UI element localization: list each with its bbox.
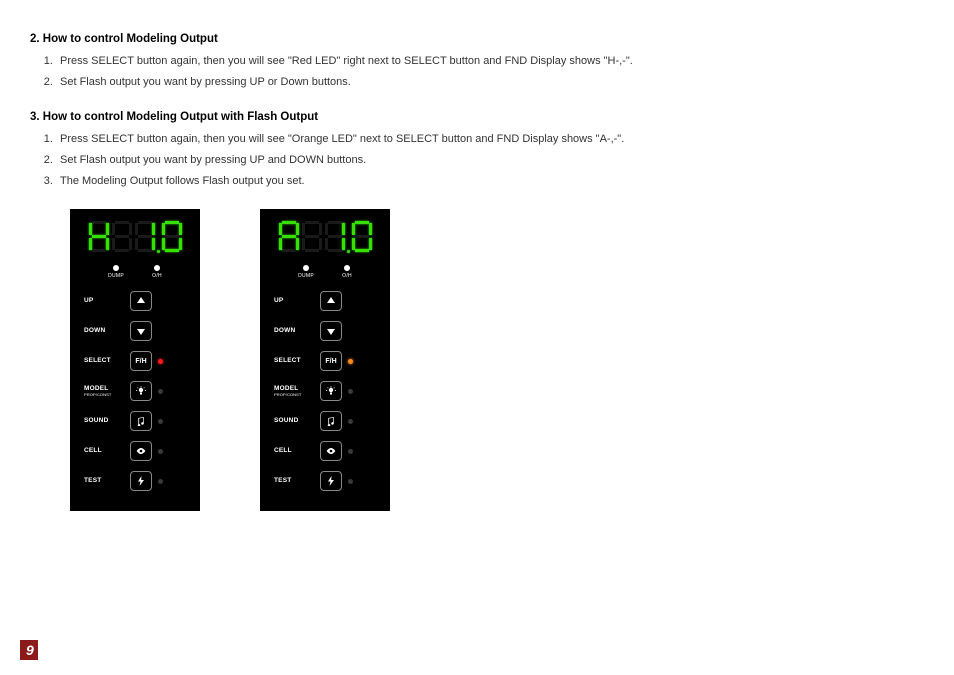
dump-indicator: DUMP bbox=[298, 265, 314, 279]
down-button[interactable] bbox=[320, 321, 342, 341]
music-note-icon bbox=[136, 416, 146, 426]
model-led bbox=[158, 389, 163, 394]
model-led bbox=[348, 389, 353, 394]
select-button[interactable]: F/H bbox=[130, 351, 152, 371]
select-label: SELECT bbox=[84, 358, 124, 365]
model-label: MODEL PROP/CONST bbox=[274, 386, 314, 397]
select-led bbox=[158, 359, 163, 364]
cell-led bbox=[158, 449, 163, 454]
up-button[interactable] bbox=[320, 291, 342, 311]
section-2-step: Press SELECT button again, then you will… bbox=[56, 51, 924, 72]
section-2-steps: Press SELECT button again, then you will… bbox=[56, 51, 924, 93]
arrow-down-icon bbox=[136, 326, 146, 336]
flash-icon bbox=[326, 476, 336, 486]
sound-button[interactable] bbox=[320, 411, 342, 431]
arrow-up-icon bbox=[326, 296, 336, 306]
cell-led bbox=[348, 449, 353, 454]
down-button[interactable] bbox=[130, 321, 152, 341]
section-3-step: Set Flash output you want by pressing UP… bbox=[56, 150, 924, 171]
fnd-display bbox=[76, 219, 194, 255]
section-3-steps: Press SELECT button again, then you will… bbox=[56, 129, 924, 192]
flash-icon bbox=[136, 476, 146, 486]
test-button[interactable] bbox=[320, 471, 342, 491]
fnd-display bbox=[266, 219, 384, 255]
cell-label: CELL bbox=[84, 448, 124, 455]
sound-label: SOUND bbox=[84, 418, 124, 425]
cell-button[interactable] bbox=[320, 441, 342, 461]
up-label: UP bbox=[274, 298, 314, 305]
eye-icon bbox=[136, 446, 146, 456]
page-number-badge: 9 bbox=[20, 640, 38, 660]
test-label: TEST bbox=[84, 478, 124, 485]
test-led bbox=[348, 479, 353, 484]
model-button[interactable] bbox=[320, 381, 342, 401]
control-panel-right: DUMP O/H UP DOWN SELECT F/H M bbox=[260, 209, 390, 511]
sound-led bbox=[158, 419, 163, 424]
section-2-heading: 2. How to control Modeling Output bbox=[30, 33, 924, 45]
cell-button[interactable] bbox=[130, 441, 152, 461]
sound-label: SOUND bbox=[274, 418, 314, 425]
bulb-icon bbox=[136, 386, 146, 396]
section-3-step: The Modeling Output follows Flash output… bbox=[56, 171, 924, 192]
control-panels-row: DUMP O/H UP DOWN SELECT F/H M bbox=[70, 209, 924, 511]
bulb-icon bbox=[326, 386, 336, 396]
model-label: MODEL PROP/CONST bbox=[84, 386, 124, 397]
oh-indicator: O/H bbox=[152, 265, 162, 279]
down-label: DOWN bbox=[84, 328, 124, 335]
sound-button[interactable] bbox=[130, 411, 152, 431]
arrow-down-icon bbox=[326, 326, 336, 336]
arrow-up-icon bbox=[136, 296, 146, 306]
up-label: UP bbox=[84, 298, 124, 305]
music-note-icon bbox=[326, 416, 336, 426]
test-label: TEST bbox=[274, 478, 314, 485]
eye-icon bbox=[326, 446, 336, 456]
control-panel-left: DUMP O/H UP DOWN SELECT F/H M bbox=[70, 209, 200, 511]
test-led bbox=[158, 479, 163, 484]
sound-led bbox=[348, 419, 353, 424]
select-label: SELECT bbox=[274, 358, 314, 365]
dump-indicator: DUMP bbox=[108, 265, 124, 279]
select-led bbox=[348, 359, 353, 364]
oh-indicator: O/H bbox=[342, 265, 352, 279]
test-button[interactable] bbox=[130, 471, 152, 491]
cell-label: CELL bbox=[274, 448, 314, 455]
section-2-step: Set Flash output you want by pressing UP… bbox=[56, 72, 924, 93]
section-3-heading: 3. How to control Modeling Output with F… bbox=[30, 111, 924, 123]
select-button[interactable]: F/H bbox=[320, 351, 342, 371]
up-button[interactable] bbox=[130, 291, 152, 311]
model-button[interactable] bbox=[130, 381, 152, 401]
down-label: DOWN bbox=[274, 328, 314, 335]
section-3-step: Press SELECT button again, then you will… bbox=[56, 129, 924, 150]
